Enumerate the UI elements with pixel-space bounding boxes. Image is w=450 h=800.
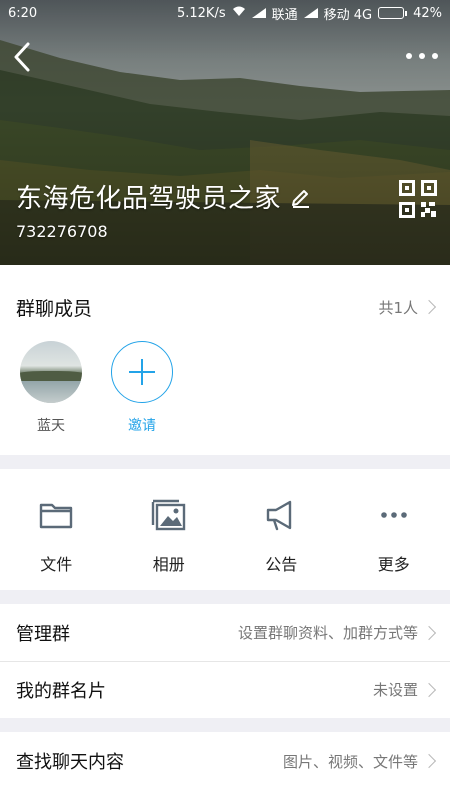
members-header[interactable]: 群聊成员 共1人 <box>0 265 450 349</box>
action-label: 相册 <box>152 555 185 574</box>
group-title: 东海危化品驾驶员之家 <box>16 178 311 215</box>
member-item[interactable]: 蓝天 <box>13 341 89 435</box>
group-id: 732276708 <box>16 222 108 241</box>
members-section: 群聊成员 共1人 蓝天 邀请 <box>0 265 450 455</box>
status-right: 5.12K/s 联通 移动 4G 42% <box>177 4 442 23</box>
row-value: 未设置 <box>372 681 418 699</box>
settings-group-2: 查找聊天内容 图片、视频、文件等 <box>0 732 450 800</box>
row-title: 我的群名片 <box>16 680 106 702</box>
quick-actions: 文件 相册 公告 更多 <box>0 469 450 590</box>
action-more[interactable]: 更多 <box>338 469 450 590</box>
settings-group-1: 管理群 设置群聊资料、加群方式等 我的群名片 未设置 <box>0 604 450 718</box>
chevron-right-icon <box>421 682 437 697</box>
row-value: 图片、视频、文件等 <box>282 752 418 771</box>
search-chat-row[interactable]: 查找聊天内容 图片、视频、文件等 <box>0 732 450 790</box>
my-group-card-row[interactable]: 我的群名片 未设置 <box>0 661 450 718</box>
more-icon <box>380 512 407 518</box>
battery-icon <box>378 7 408 19</box>
wifi-icon <box>232 5 246 21</box>
row-value: 设置群聊资料、加群方式等 <box>237 624 418 642</box>
avatar[interactable] <box>20 341 82 403</box>
chevron-right-icon <box>421 625 437 640</box>
manage-group-row[interactable]: 管理群 设置群聊资料、加群方式等 <box>0 604 450 661</box>
row-title: 查找聊天内容 <box>16 752 124 773</box>
qr-code-icon[interactable] <box>399 180 437 218</box>
status-bar: 6:20 5.12K/s 联通 移动 4G 42% <box>0 0 450 26</box>
back-icon[interactable] <box>8 40 34 74</box>
more-options-icon[interactable] <box>406 48 438 64</box>
action-label: 公告 <box>265 555 298 574</box>
edit-icon[interactable] <box>291 186 311 208</box>
invite-item[interactable]: 邀请 <box>104 341 180 435</box>
megaphone-icon <box>267 500 292 531</box>
invite-label: 邀请 <box>128 418 156 434</box>
action-announcement[interactable]: 公告 <box>225 469 338 590</box>
carrier-2: 移动 4G <box>323 7 373 23</box>
row-title: 管理群 <box>16 623 70 645</box>
invite-button[interactable] <box>111 341 173 403</box>
status-time: 6:20 <box>8 5 38 21</box>
group-name: 东海危化品驾驶员之家 <box>16 184 282 214</box>
member-list: 蓝天 邀请 <box>0 341 180 435</box>
action-label: 更多 <box>377 555 410 574</box>
chevron-right-icon <box>421 299 437 315</box>
signal-icon <box>251 8 266 18</box>
action-label: 文件 <box>40 555 73 574</box>
members-title: 群聊成员 <box>16 297 93 320</box>
signal-icon-2 <box>303 8 318 18</box>
members-count: 共1人 <box>378 298 418 317</box>
member-name: 蓝天 <box>37 418 65 434</box>
battery-percent: 42% <box>413 5 442 21</box>
action-files[interactable]: 文件 <box>0 469 113 590</box>
carrier-1: 联通 <box>271 7 298 23</box>
folder-icon <box>40 503 73 529</box>
album-icon <box>151 499 185 531</box>
network-speed: 5.12K/s <box>176 5 226 21</box>
chevron-right-icon <box>421 753 437 769</box>
action-album[interactable]: 相册 <box>113 469 226 590</box>
